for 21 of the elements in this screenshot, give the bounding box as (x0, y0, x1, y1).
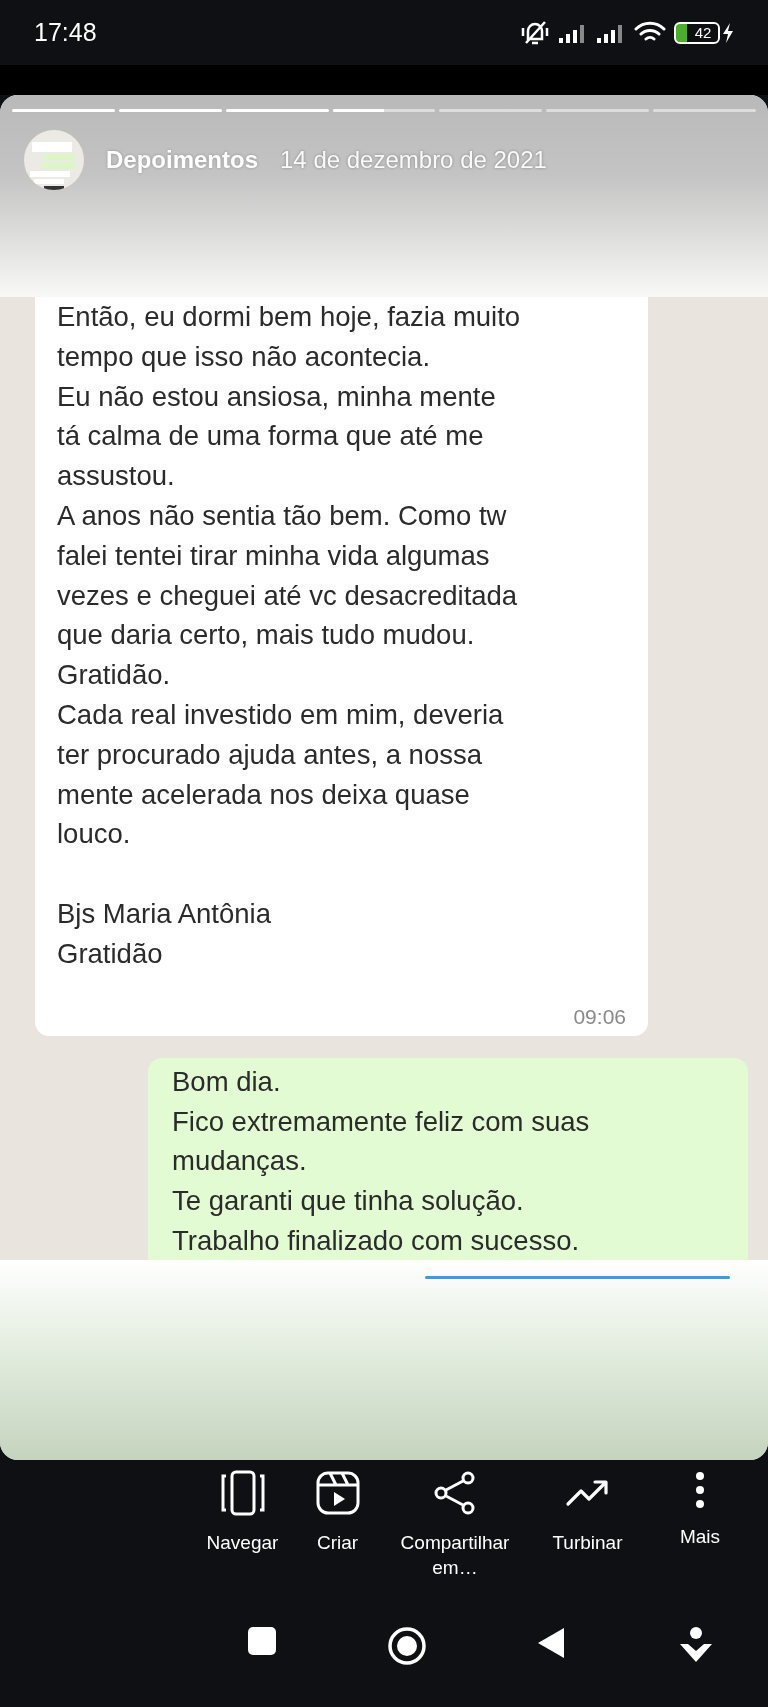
person-down-icon (677, 1626, 714, 1664)
message-text: Então, eu dormi bem hoje, fazia muito tempo que isso não acontecia. Eu não estou ansiosa, minha mente tá calma de uma forma que até me assustou. A anos não sentia tão bem. Como tw falei tentei tirar minha vida algumas vezes e cheguei até vc desacreditada que daria certo, mais tudo mudou. Gratidão. Cada real investido em mim, deveria ter procurado ajuda antes, a nossa mente acelerada nos deixa quase louco. (57, 300, 522, 852)
action-button[interactable]: Criar (295, 1470, 380, 1600)
square-icon (247, 1626, 278, 1656)
message-text: Bjs Maria Antônia Gratidão (57, 897, 272, 971)
story-title: Depoimentos (106, 146, 258, 174)
action-button[interactable]: Compartilhar em… (380, 1470, 530, 1600)
action-button[interactable]: Turbinar (530, 1470, 645, 1600)
action-button[interactable]: Navegar (190, 1470, 295, 1600)
action-button[interactable]: Mais (645, 1470, 755, 1600)
message-text: Bom dia. Fico extremamente feliz com suas mudanças. Te garanti que tinha solução. Trabalho finalizado com sucesso. (172, 1064, 591, 1258)
more-icon (695, 1470, 705, 1510)
charging-icon (722, 21, 734, 44)
back-icon (536, 1626, 567, 1660)
battery-icon: 42 (674, 21, 720, 44)
bell-muted-icon (520, 19, 550, 46)
story-date: 14 de dezembro de 2021 (280, 146, 547, 174)
clock-time: 17:48 (34, 18, 97, 47)
home-icon (386, 1626, 427, 1666)
reel-icon (314, 1470, 361, 1516)
message-time: 09:06 (573, 1005, 626, 1028)
